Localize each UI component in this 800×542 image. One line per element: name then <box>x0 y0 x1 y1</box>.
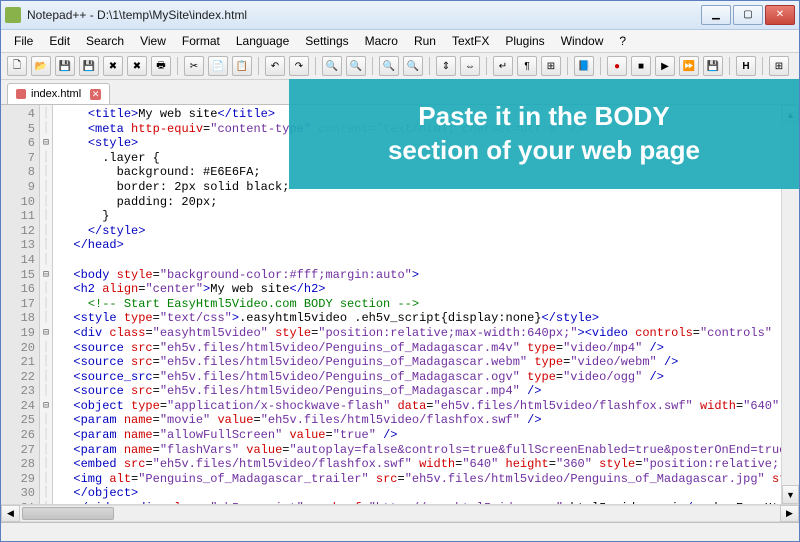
close-button[interactable]: ✕ <box>765 5 795 25</box>
app-window: Notepad++ - D:\1\temp\MySite\index.html … <box>0 0 800 542</box>
scroll-left-icon[interactable]: ◀ <box>1 505 20 522</box>
minimize-button[interactable]: ▁ <box>701 5 731 25</box>
toolbar: 🗋 📂 💾 💾 ✖ ✖ 🖶 ✂ 📄 📋 ↶ ↷ 🔍 🔍 🔍 🔍 ⇕ ⇔ ↵ ¶ … <box>1 53 799 80</box>
window-title: Notepad++ - D:\1\temp\MySite\index.html <box>27 8 701 22</box>
menubar: FileEditSearchViewFormatLanguageSettings… <box>1 30 799 53</box>
print-icon[interactable]: 🖶 <box>151 56 171 76</box>
find-icon[interactable]: 🔍 <box>322 56 342 76</box>
menu-window[interactable]: Window <box>554 32 611 50</box>
menu-plugins[interactable]: Plugins <box>498 32 551 50</box>
sync-hscroll-icon[interactable]: ⇔ <box>460 56 480 76</box>
zoom-out-icon[interactable]: 🔍 <box>403 56 423 76</box>
redo-icon[interactable]: ↷ <box>289 56 309 76</box>
sync-vscroll-icon[interactable]: ⇕ <box>436 56 456 76</box>
editor-area: 4567891011121314151617181920212223242526… <box>1 105 799 504</box>
save-all-icon[interactable]: 💾 <box>79 56 99 76</box>
open-file-icon[interactable]: 📂 <box>31 56 51 76</box>
cut-icon[interactable]: ✂ <box>184 56 204 76</box>
menu-format[interactable]: Format <box>175 32 227 50</box>
file-modified-icon <box>16 89 26 99</box>
tabbar: index.html ✕ <box>1 80 799 105</box>
fold-gutter[interactable]: ││⊟││││││││⊟│││⊟││││⊟││││││││││ <box>40 105 53 504</box>
save-macro-icon[interactable]: 💾 <box>703 56 723 76</box>
tab-label: index.html <box>31 88 81 100</box>
menu-macro[interactable]: Macro <box>358 32 405 50</box>
zoom-in-icon[interactable]: 🔍 <box>379 56 399 76</box>
close-all-icon[interactable]: ✖ <box>127 56 147 76</box>
maximize-button[interactable]: ▢ <box>733 5 763 25</box>
paste-icon[interactable]: 📋 <box>232 56 252 76</box>
titlebar: Notepad++ - D:\1\temp\MySite\index.html … <box>1 1 799 30</box>
wordwrap-icon[interactable]: ↵ <box>493 56 513 76</box>
plugin-icon[interactable]: ⊞ <box>769 56 789 76</box>
menu-file[interactable]: File <box>7 32 40 50</box>
horizontal-scrollbar[interactable]: ◀ ▶ <box>1 504 799 522</box>
lang-icon[interactable]: 📘 <box>574 56 594 76</box>
record-macro-icon[interactable]: ● <box>607 56 627 76</box>
run-macro-multi-icon[interactable]: ⏩ <box>679 56 699 76</box>
vertical-scrollbar[interactable]: ▲ ▼ <box>781 105 799 504</box>
line-number-gutter: 4567891011121314151617181920212223242526… <box>1 105 40 504</box>
app-icon <box>5 7 21 23</box>
menu-run[interactable]: Run <box>407 32 443 50</box>
menu-help[interactable]: ? <box>612 32 633 50</box>
scroll-up-icon[interactable]: ▲ <box>782 105 799 124</box>
new-file-icon[interactable]: 🗋 <box>7 56 27 76</box>
bold-icon[interactable]: H <box>736 56 756 76</box>
menu-settings[interactable]: Settings <box>298 32 355 50</box>
menu-language[interactable]: Language <box>229 32 296 50</box>
code-content[interactable]: <title>My web site</title> <meta http-eq… <box>53 105 781 504</box>
close-file-icon[interactable]: ✖ <box>103 56 123 76</box>
hscroll-thumb[interactable] <box>22 507 114 520</box>
statusbar <box>1 522 799 541</box>
tab-index-html[interactable]: index.html ✕ <box>7 83 110 104</box>
menu-edit[interactable]: Edit <box>42 32 77 50</box>
indent-guide-icon[interactable]: ⊞ <box>541 56 561 76</box>
menu-search[interactable]: Search <box>79 32 131 50</box>
show-all-chars-icon[interactable]: ¶ <box>517 56 537 76</box>
play-macro-icon[interactable]: ▶ <box>655 56 675 76</box>
save-icon[interactable]: 💾 <box>55 56 75 76</box>
tab-close-icon[interactable]: ✕ <box>90 89 101 100</box>
menu-view[interactable]: View <box>133 32 173 50</box>
stop-macro-icon[interactable]: ■ <box>631 56 651 76</box>
scroll-down-icon[interactable]: ▼ <box>782 485 799 504</box>
replace-icon[interactable]: 🔍 <box>346 56 366 76</box>
undo-icon[interactable]: ↶ <box>265 56 285 76</box>
copy-icon[interactable]: 📄 <box>208 56 228 76</box>
scroll-right-icon[interactable]: ▶ <box>780 505 799 522</box>
menu-textfx[interactable]: TextFX <box>445 32 496 50</box>
